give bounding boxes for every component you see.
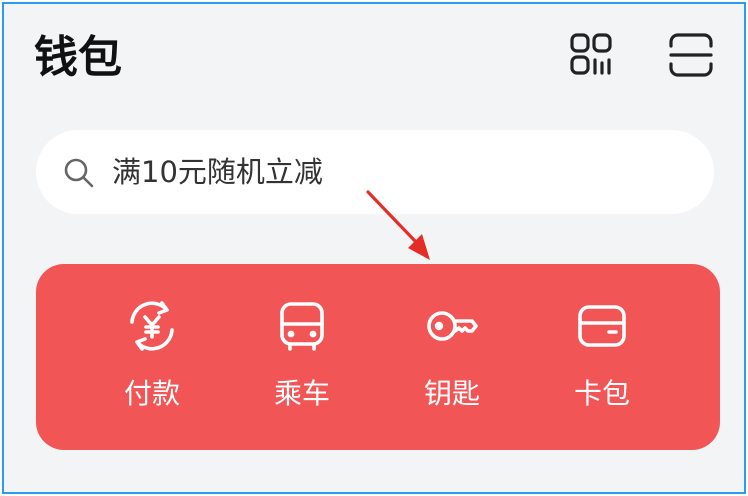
search-placeholder: 满10元随机立减: [112, 155, 323, 189]
search-icon: [64, 158, 94, 188]
bus-icon: [280, 302, 324, 351]
yuan-refresh-icon: [130, 301, 174, 351]
qr-code-icon[interactable]: [566, 30, 616, 80]
transit-button[interactable]: 乘车: [237, 300, 367, 420]
card-wallet-icon: [578, 305, 626, 347]
search-bar[interactable]: 满10元随机立减: [36, 130, 714, 214]
card-wallet-label: 卡包: [573, 377, 630, 410]
scan-icon[interactable]: [666, 30, 716, 80]
key-icon: [427, 311, 478, 341]
transit-label: 乘车: [273, 377, 330, 410]
pay-button[interactable]: 付款: [87, 300, 217, 420]
pay-label: 付款: [123, 377, 180, 410]
page-title: 钱包: [34, 32, 122, 83]
wallet-screen: 钱包 满10元随机立减 付款 乘车 钥匙 卡包: [2, 2, 746, 494]
key-button[interactable]: 钥匙: [387, 300, 517, 420]
quick-actions-panel: 付款 乘车 钥匙 卡包: [36, 264, 720, 450]
key-label: 钥匙: [423, 377, 480, 410]
card-wallet-button[interactable]: 卡包: [537, 300, 667, 420]
